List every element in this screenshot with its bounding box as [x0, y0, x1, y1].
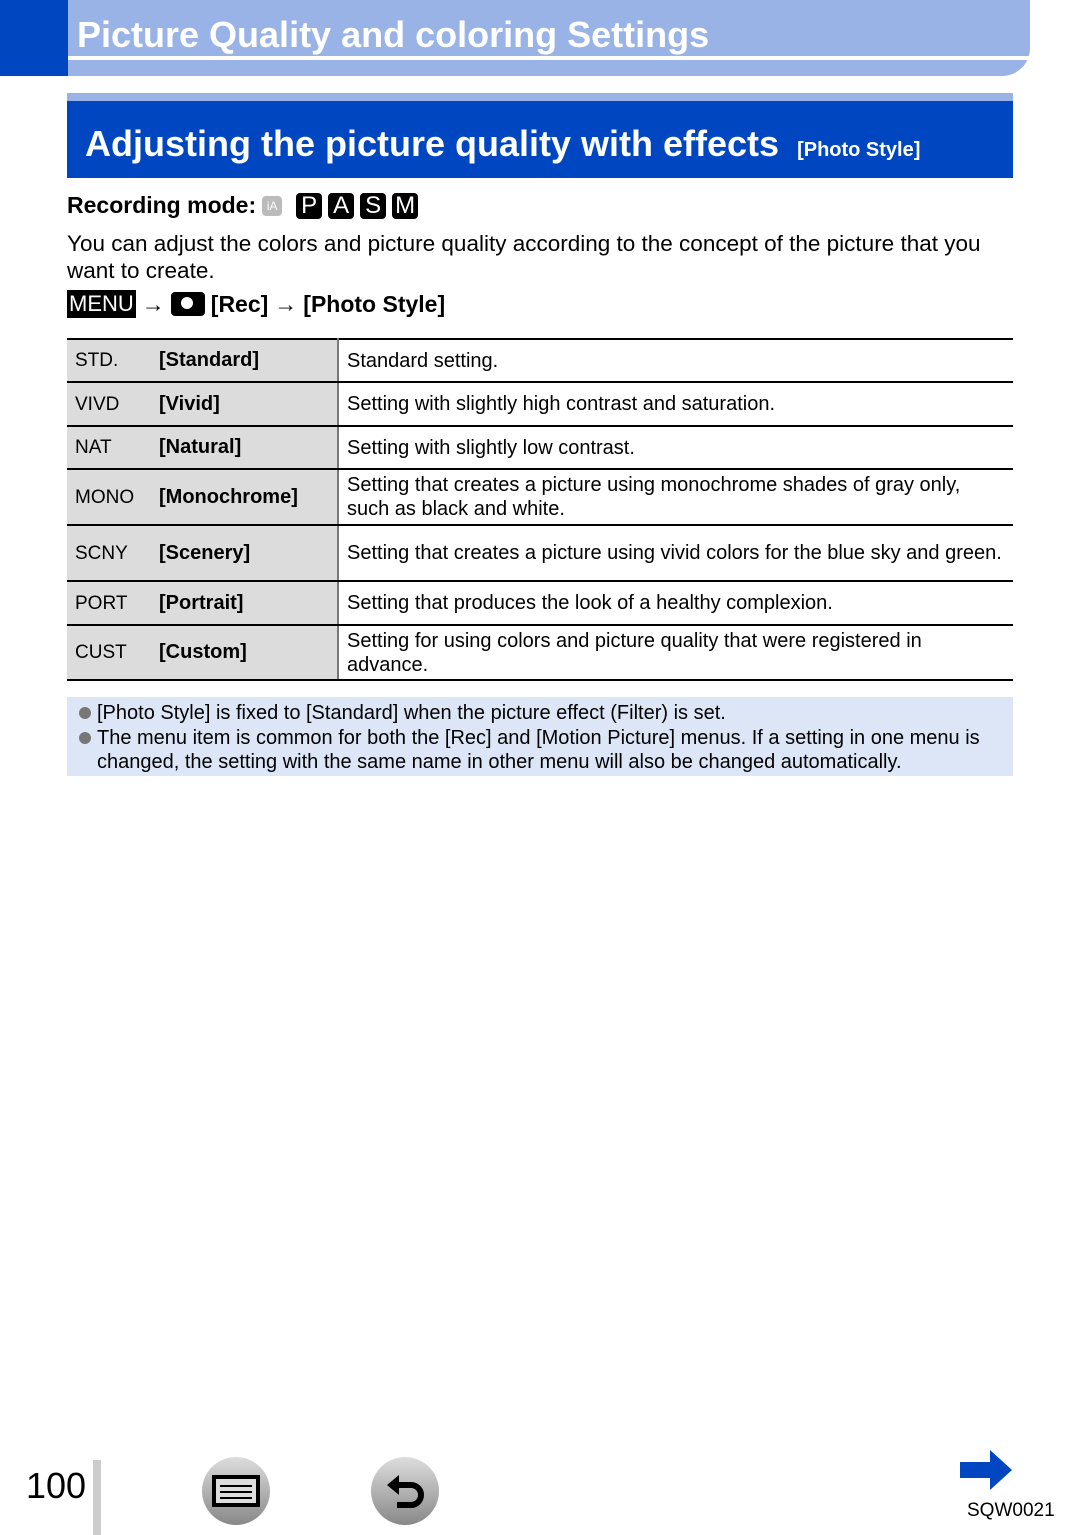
photo-style-table: STD. [Standard] Standard setting. VIVD [Vivi…	[67, 338, 1013, 681]
page-number: 100	[26, 1465, 87, 1506]
photo-style-icon: PORT	[75, 592, 128, 614]
style-name-cell: CUST [Custom]	[67, 624, 339, 681]
section-title-text: Adjusting the picture quality with effec…	[85, 123, 780, 164]
bullet-icon	[79, 731, 91, 744]
note-text: The menu item is common for both the [Re…	[97, 726, 980, 774]
divider	[93, 1460, 101, 1535]
menu-icon: MENU	[67, 290, 136, 318]
note: [Photo Style] is fixed to [Standard] whe…	[67, 701, 1013, 726]
style-description: Setting that creates a picture using mon…	[338, 468, 1013, 526]
style-name: [Custom]	[159, 641, 247, 663]
chapter-title: Picture Quality and coloring Settings	[77, 14, 710, 55]
table-row: MONO [Monochrome] Setting that creates a p…	[67, 468, 1013, 526]
style-name-cell: VIVD [Vivid]	[67, 381, 339, 427]
table-row: STD. [Standard] Standard setting.	[67, 338, 1013, 383]
mode-p-icon: P	[296, 192, 323, 219]
table-row: VIVD [Vivid] Setting with slightly high co…	[67, 381, 1013, 427]
menu-rec: [Rec]	[210, 290, 269, 317]
mode-a-icon: A	[328, 192, 355, 219]
photo-style-icon: CUST	[75, 642, 127, 663]
style-name: [Scenery]	[159, 541, 251, 564]
return-icon	[387, 1475, 424, 1508]
arrow: →	[141, 290, 165, 317]
style-name-cell: PORT [Portrait]	[67, 580, 339, 626]
style-description: Standard setting.	[338, 338, 1013, 383]
style-name-cell: NAT [Natural]	[67, 425, 339, 470]
style-description: Setting for using colors and picture qua…	[338, 624, 1013, 681]
mode-s-icon: S	[360, 192, 387, 219]
photo-style-icon: STD.	[75, 350, 119, 371]
table-row: PORT [Portrait] Setting that produces the …	[67, 580, 1013, 626]
menu-photo-style: [Photo Style]	[303, 290, 446, 317]
next-page-arrow-icon[interactable]	[960, 1450, 1014, 1490]
note-text: [Photo Style] is fixed to [Standard] whe…	[97, 702, 726, 724]
chapter-tab	[0, 0, 68, 76]
style-name: [Vivid]	[159, 392, 220, 415]
menu-path: MENU → [Rec] → [Photo Style]	[67, 290, 445, 318]
table-row: CUST [Custom] Setting for using colors and…	[67, 624, 1013, 681]
section-title: Adjusting the picture quality with effec…	[85, 123, 920, 165]
back-button[interactable]	[371, 1457, 439, 1525]
photo-style-icon: NAT	[75, 437, 112, 458]
style-description: Setting that produces the look of a heal…	[338, 580, 1013, 626]
style-name-cell: SCNY [Scenery]	[67, 524, 339, 582]
mode-m-icon: M	[392, 192, 419, 219]
intro-text: You can adjust the colors and picture qu…	[67, 231, 981, 283]
style-name-cell: STD. [Standard]	[67, 338, 339, 383]
section-header: Adjusting the picture quality with effec…	[67, 93, 1013, 178]
style-description: Setting that creates a picture using viv…	[338, 524, 1013, 582]
recording-mode-label: Recording mode:	[67, 192, 257, 218]
style-name: [Standard]	[159, 349, 259, 371]
table-row: SCNY [Scenery] Setting that creates a pict…	[67, 524, 1013, 582]
photo-style-icon: VIVD	[75, 393, 120, 415]
style-name: [Portrait]	[159, 591, 244, 614]
bullet-icon	[79, 707, 91, 719]
arrow: →	[274, 290, 298, 317]
notes-box: [Photo Style] is fixed to [Standard] whe…	[67, 697, 1013, 776]
style-description: Setting with slightly high contrast and …	[338, 381, 1013, 427]
recording-mode: Recording mode: iA P A S M	[67, 192, 419, 219]
style-name: [Natural]	[159, 436, 242, 458]
style-description: Setting with slightly low contrast.	[338, 425, 1013, 470]
style-name: [Monochrome]	[159, 485, 298, 508]
photo-style-icon: SCNY	[75, 542, 128, 564]
section-subtitle: [Photo Style]	[797, 139, 921, 161]
note: The menu item is common for both the [Re…	[67, 726, 1013, 775]
style-name-cell: MONO [Monochrome]	[67, 468, 339, 526]
mode-ia-icon: iA	[262, 195, 283, 216]
camera-icon	[170, 292, 205, 316]
table-row: NAT [Natural] Setting with slightly low co…	[67, 425, 1013, 470]
list-icon	[212, 1475, 260, 1507]
contents-button[interactable]	[202, 1457, 270, 1525]
photo-style-icon: MONO	[75, 486, 135, 508]
document-code: SQW0021	[967, 1500, 1055, 1521]
